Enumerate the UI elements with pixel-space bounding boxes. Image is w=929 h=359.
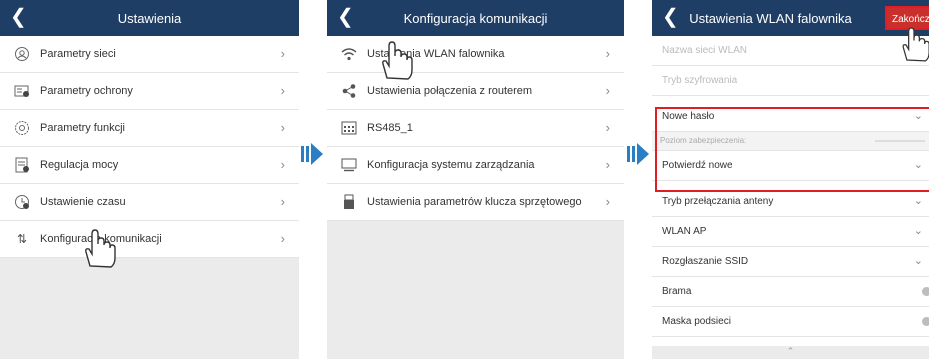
menu-item-label: Ustawienie czasu [40, 196, 126, 208]
page-title: Ustawienia [117, 11, 182, 26]
menu-item-label: Parametry funkcji [40, 122, 125, 134]
dongle-icon [341, 194, 357, 210]
gateway-field[interactable]: Brama [652, 277, 929, 307]
menu-item-label: RS485_1 [367, 122, 413, 134]
chevron-right-icon: › [280, 157, 285, 172]
wifi-icon [341, 46, 357, 62]
chevron-down-icon: ⌄ [913, 195, 923, 207]
chevron-right-icon: › [280, 194, 285, 209]
header-bar: ❮ Konfiguracja komunikacji [327, 0, 624, 36]
chevron-right-icon: › [280, 120, 285, 135]
chevron-right-icon: › [280, 83, 285, 98]
chevron-right-icon: › [605, 83, 610, 98]
tap-hand-icon [382, 41, 413, 80]
page-title: Konfiguracja komunikacji [403, 11, 548, 26]
chevron-right-icon: › [605, 46, 610, 61]
chevron-right-icon: › [605, 120, 610, 135]
menu-item-protection-parameters[interactable]: Parametry ochrony › [0, 73, 299, 110]
rs485-icon [341, 120, 357, 136]
menu-item-time-setting[interactable]: Ustawienie czasu › [0, 184, 299, 221]
globe-icon [14, 46, 30, 62]
power-icon [14, 157, 30, 173]
arrow-right-icon [627, 143, 649, 165]
wlan-ap-field[interactable]: WLAN AP ⌄ [652, 217, 929, 247]
header-bar: ❮ Ustawienia WLAN falownika Zakończ [652, 0, 929, 36]
monitor-icon [341, 157, 357, 173]
menu-item-label: Regulacja mocy [40, 159, 119, 171]
menu-item-router-connection-settings[interactable]: Ustawienia połączenia z routerem › [327, 73, 624, 110]
arrow-right-icon [301, 143, 323, 165]
chevron-right-icon: › [280, 46, 285, 61]
protection-icon [14, 83, 30, 99]
menu-item-dongle-parameters[interactable]: Ustawienia parametrów klucza sprzętowego… [327, 184, 624, 221]
password-highlight-box [655, 107, 929, 192]
tap-hand-icon [85, 229, 116, 268]
field-label: Maska podsieci [662, 316, 731, 327]
tap-hand-icon [902, 27, 929, 62]
menu-item-label: Ustawienia parametrów klucza sprzętowego [367, 196, 582, 208]
scroll-indicator: ⌃ [652, 346, 929, 359]
toggle-dot-icon[interactable] [922, 317, 929, 326]
menu-item-label: Parametry ochrony [40, 85, 133, 97]
field-label: Rozgłaszanie SSID [662, 256, 749, 267]
menu-item-function-parameters[interactable]: Parametry funkcji › [0, 110, 299, 147]
menu-item-rs485[interactable]: RS485_1 › [327, 110, 624, 147]
wlan-network-name-field[interactable]: Nazwa sieci WLAN [652, 36, 929, 66]
menu-item-label: Parametry sieci [40, 48, 116, 60]
inverter-wlan-settings-screen: ❮ Ustawienia WLAN falownika Zakończ Nazw… [652, 0, 929, 359]
settings-screen: ❮ Ustawienia Parametry sieci › Parametry… [0, 0, 299, 359]
share-icon [341, 83, 357, 99]
header-bar: ❮ Ustawienia [0, 0, 299, 36]
communication-icon: ⇅ [16, 232, 28, 246]
menu-item-network-parameters[interactable]: Parametry sieci › [0, 36, 299, 73]
communication-config-screen: ❮ Konfiguracja komunikacji Ustawienia WL… [327, 0, 624, 359]
menu-item-label: Ustawienia połączenia z routerem [367, 85, 533, 97]
subnet-mask-field[interactable]: Maska podsieci [652, 307, 929, 337]
page-title: Ustawienia WLAN falownika [689, 11, 852, 26]
field-label: Nazwa sieci WLAN [662, 45, 748, 56]
menu-item-communication-config[interactable]: ⇅ Konfiguracja komunikacji › [0, 221, 299, 258]
chevron-right-icon: › [605, 194, 610, 209]
menu-item-power-regulation[interactable]: Regulacja mocy › [0, 147, 299, 184]
function-icon [14, 120, 30, 136]
menu-item-management-system-config[interactable]: Konfiguracja systemu zarządzania › [327, 147, 624, 184]
menu-item-label: Konfiguracja systemu zarządzania [367, 159, 535, 171]
chevron-right-icon: › [605, 157, 610, 172]
ssid-broadcast-field[interactable]: Rozgłaszanie SSID ⌄ [652, 247, 929, 277]
field-label: Tryb przełączania anteny [662, 196, 774, 207]
clock-icon [14, 194, 30, 210]
field-label: Tryb szyfrowania [662, 75, 738, 86]
chevron-down-icon: ⌄ [913, 225, 923, 237]
encryption-mode-field[interactable]: Tryb szyfrowania [652, 66, 929, 96]
chevron-right-icon: › [280, 231, 285, 246]
menu-item-inverter-wlan-settings[interactable]: Ustawienia WLAN falownika › [327, 36, 624, 73]
chevron-down-icon: ⌄ [913, 255, 923, 267]
field-label: Brama [662, 286, 692, 297]
field-label: WLAN AP [662, 226, 707, 237]
toggle-dot-icon[interactable] [922, 287, 929, 296]
